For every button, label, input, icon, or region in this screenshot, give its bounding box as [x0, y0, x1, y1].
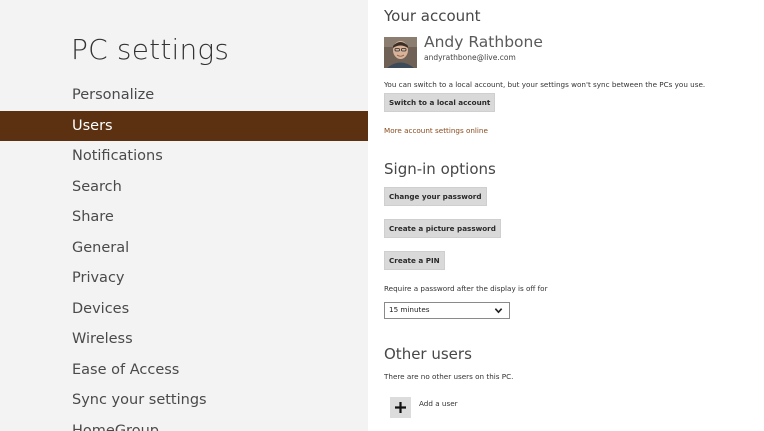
sidebar-item-devices[interactable]: Devices [0, 294, 368, 325]
account-description: You can switch to a local account, but y… [384, 80, 706, 89]
sidebar-item-homegroup[interactable]: HomeGroup [0, 416, 368, 431]
user-name: Andy Rathbone [424, 33, 543, 51]
sidebar: PC settings Personalize Users Notificati… [0, 0, 368, 431]
sidebar-item-notifications[interactable]: Notifications [0, 141, 368, 172]
create-picture-password-button[interactable]: Create a picture password [384, 219, 501, 238]
settings-nav: Personalize Users Notifications Search S… [0, 80, 368, 431]
require-password-value: 15 minutes [389, 305, 430, 314]
sidebar-item-wireless[interactable]: Wireless [0, 324, 368, 355]
sidebar-item-search[interactable]: Search [0, 172, 368, 203]
your-account-heading: Your account [384, 7, 481, 25]
create-pin-button[interactable]: Create a PIN [384, 251, 445, 270]
other-users-heading: Other users [384, 345, 472, 363]
sidebar-item-general[interactable]: General [0, 233, 368, 264]
chevron-down-icon [494, 308, 503, 314]
other-users-description: There are no other users on this PC. [384, 372, 514, 381]
page-title: PC settings [71, 33, 230, 66]
require-password-label: Require a password after the display is … [384, 284, 548, 293]
sidebar-item-ease-of-access[interactable]: Ease of Access [0, 355, 368, 386]
sidebar-item-sync-settings[interactable]: Sync your settings [0, 385, 368, 416]
users-settings-panel: Your account Andy Rathbone andyrathbone@… [384, 0, 756, 431]
sidebar-item-personalize[interactable]: Personalize [0, 80, 368, 111]
user-avatar [384, 37, 417, 68]
user-photo-icon [384, 37, 417, 68]
sidebar-item-privacy[interactable]: Privacy [0, 263, 368, 294]
add-user-label[interactable]: Add a user [419, 399, 458, 408]
plus-icon [395, 402, 406, 413]
user-email: andyrathbone@live.com [424, 53, 516, 62]
change-password-button[interactable]: Change your password [384, 187, 487, 206]
sign-in-options-heading: Sign-in options [384, 160, 496, 178]
require-password-select[interactable]: 15 minutes [384, 302, 510, 319]
add-user-button[interactable] [390, 397, 411, 418]
switch-to-local-account-button[interactable]: Switch to a local account [384, 93, 496, 112]
sidebar-item-share[interactable]: Share [0, 202, 368, 233]
sidebar-item-users[interactable]: Users [0, 110, 368, 141]
more-account-settings-link[interactable]: More account settings online [384, 126, 488, 135]
